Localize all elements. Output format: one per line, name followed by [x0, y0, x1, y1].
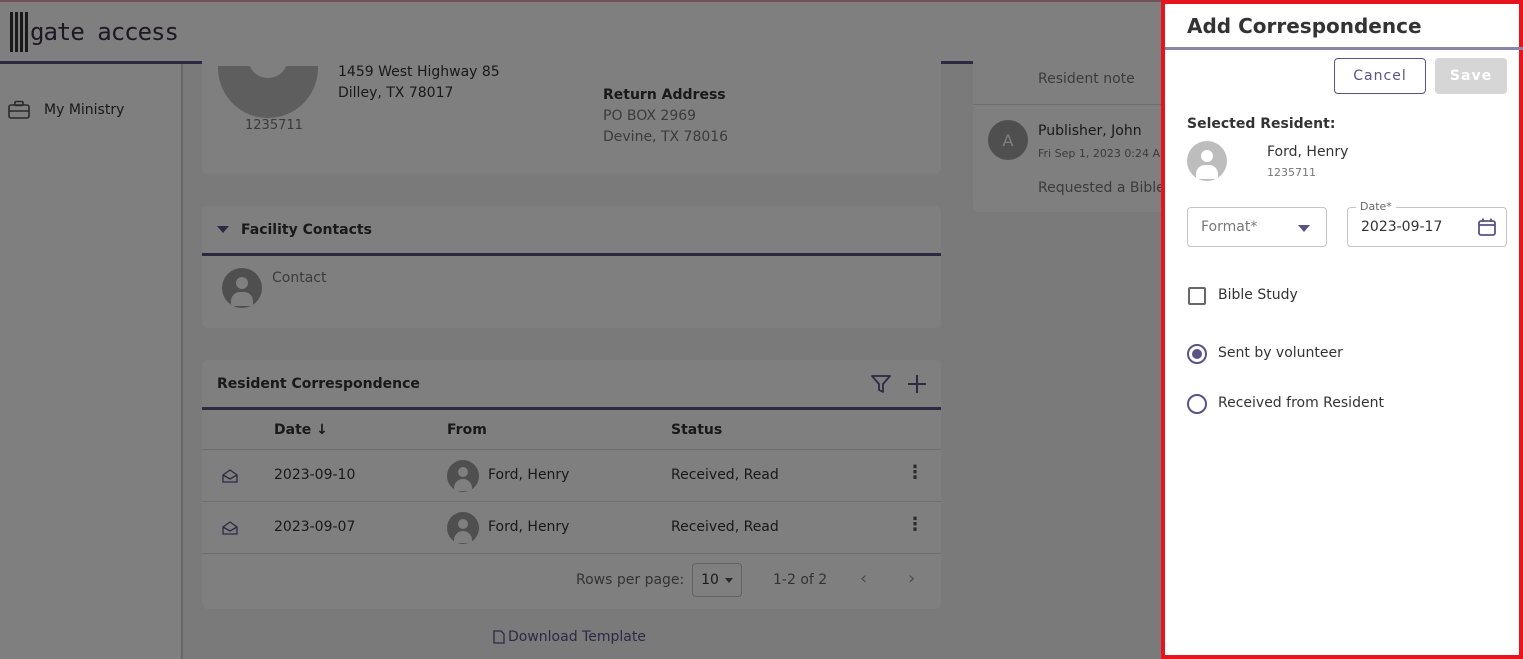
- calendar-icon[interactable]: [1477, 217, 1497, 237]
- save-button[interactable]: Save: [1435, 58, 1507, 94]
- dropdown-caret-icon: [1298, 225, 1310, 232]
- cancel-button[interactable]: Cancel: [1334, 58, 1426, 94]
- received-from-resident-label: Received from Resident: [1218, 395, 1384, 411]
- sent-by-volunteer-label: Sent by volunteer: [1218, 345, 1343, 361]
- bible-study-label: Bible Study: [1218, 287, 1298, 303]
- drawer-title: Add Correspondence: [1187, 14, 1422, 38]
- sent-by-volunteer-radio[interactable]: [1187, 344, 1207, 364]
- date-label: Date*: [1356, 200, 1396, 213]
- format-placeholder: Format*: [1201, 219, 1258, 235]
- selected-resident-id: 1235711: [1267, 166, 1316, 179]
- selected-resident-label: Selected Resident:: [1187, 116, 1336, 132]
- selected-resident-avatar: [1187, 141, 1227, 181]
- format-select[interactable]: Format*: [1187, 207, 1327, 247]
- drawer-title-divider: [1165, 47, 1523, 50]
- date-value: 2023-09-17: [1361, 219, 1443, 235]
- bible-study-checkbox[interactable]: [1188, 287, 1206, 305]
- selected-resident-name: Ford, Henry: [1267, 144, 1349, 160]
- add-correspondence-drawer: Add Correspondence Cancel Save Selected …: [1161, 0, 1523, 659]
- received-from-resident-radio[interactable]: [1187, 394, 1207, 414]
- date-field[interactable]: Date* 2023-09-17: [1347, 200, 1507, 247]
